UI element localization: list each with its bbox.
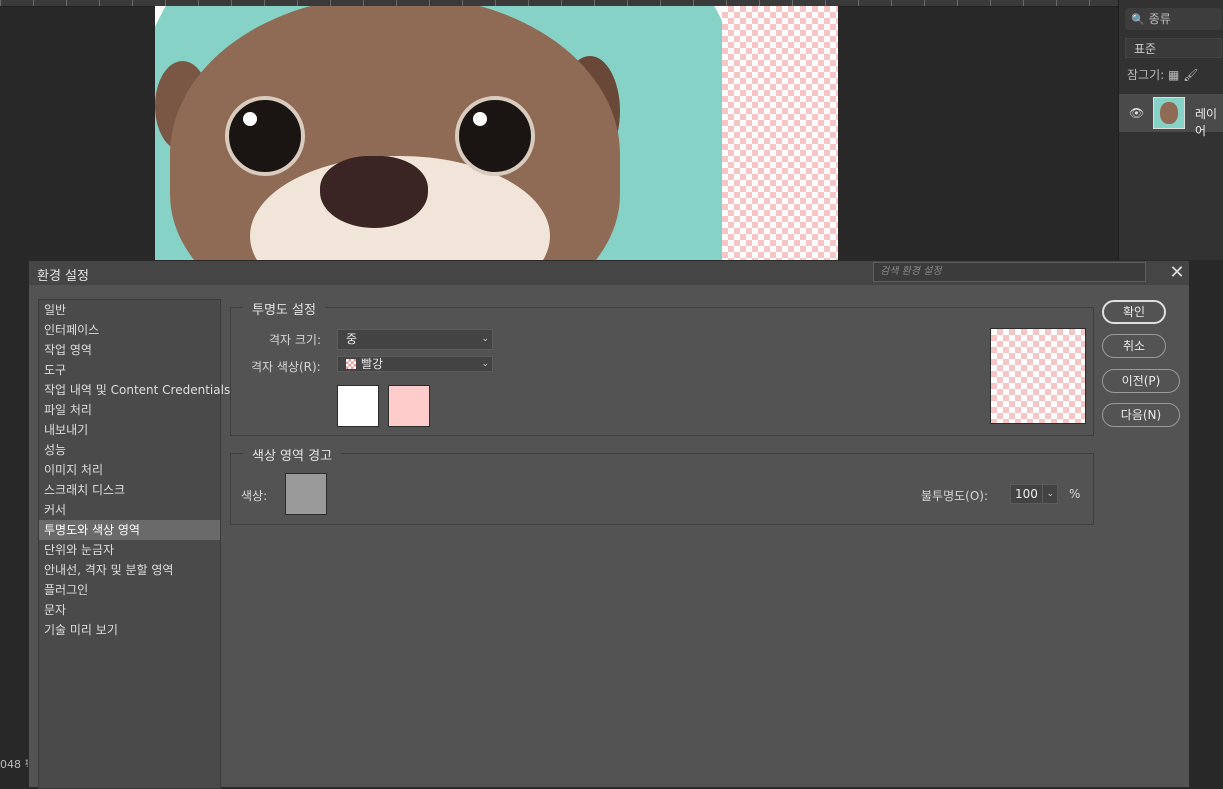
checker-swatch-icon: [346, 359, 356, 369]
grid-size-label: 격자 크기:: [269, 333, 322, 347]
otter-nose: [320, 156, 428, 228]
opacity-unit: %: [1069, 487, 1081, 501]
cancel-button[interactable]: 취소: [1102, 334, 1166, 358]
transparency-settings-legend: 투명도 설정: [243, 299, 325, 318]
dialog-title: 환경 설정: [37, 269, 89, 284]
gamut-warning-legend: 색상 영역 경고: [243, 445, 342, 464]
close-icon[interactable]: ✕: [1167, 262, 1187, 284]
preferences-nav: 일반 인터페이스 작업 영역 도구 작업 내역 및 Content Credential…: [38, 299, 230, 789]
eye-icon[interactable]: 👁: [1129, 106, 1144, 120]
nav-item[interactable]: 플러그인: [39, 580, 220, 600]
opacity-value: 100: [1015, 487, 1038, 501]
otter-right-eye: [455, 96, 535, 176]
layers-panel: 🔍 종류 표준 잠그기: ▦ 🖌 👁 레이어: [1118, 0, 1223, 260]
preferences-dialog: 환경 설정 검색 환경 설정 ✕ 일반 인터페이스 작업 영역 도구 작업 내역 및 C…: [28, 260, 1190, 789]
otter-left-eye: [225, 96, 305, 176]
nav-item[interactable]: 성능: [39, 440, 220, 460]
blend-mode-select[interactable]: 표준: [1125, 38, 1222, 58]
next-button[interactable]: 다음(N): [1102, 403, 1180, 427]
nav-item[interactable]: 내보내기: [39, 420, 220, 440]
transparency-settings-group: 투명도 설정 격자 크기: 중 ⌄ 격자 색상(R): 빨강 ⌄: [230, 299, 1094, 436]
prev-button[interactable]: 이전(P): [1102, 369, 1180, 393]
chevron-down-icon[interactable]: ⌄: [1042, 485, 1054, 503]
gamut-warning-group: 색상 영역 경고 색상: 불투명도(O): 100 ⌄ %: [230, 445, 1094, 525]
grid-color-swatch-dark[interactable]: [388, 385, 430, 427]
nav-item[interactable]: 인터페이스: [39, 320, 220, 340]
grid-size-value: 중: [346, 332, 358, 346]
gamut-color-swatch[interactable]: [285, 473, 327, 515]
layer-thumbnail: [1153, 97, 1185, 129]
search-icon: 🔍: [1131, 13, 1145, 26]
layer-name: 레이어: [1195, 107, 1218, 138]
nav-item[interactable]: 파일 처리: [39, 400, 220, 420]
nav-item[interactable]: 스크래치 디스크: [39, 480, 220, 500]
nav-item[interactable]: 문자: [39, 600, 220, 620]
opacity-input[interactable]: 100 ⌄: [1010, 484, 1058, 504]
grid-color-value: 빨강: [361, 357, 384, 371]
nav-item[interactable]: 도구: [39, 360, 220, 380]
grid-color-swatch-light[interactable]: [337, 385, 379, 427]
ok-button[interactable]: 확인: [1102, 300, 1166, 324]
preferences-search-input[interactable]: 검색 환경 설정: [873, 262, 1146, 282]
dialog-titlebar: 환경 설정 검색 환경 설정 ✕: [29, 261, 1189, 285]
lock-row: 잠그기: ▦ 🖌: [1127, 66, 1198, 83]
nav-item[interactable]: 작업 내역 및 Content Credentials: [39, 380, 230, 400]
lock-transparent-icon[interactable]: ▦: [1168, 68, 1179, 82]
nav-item[interactable]: 투명도와 색상 영역: [39, 520, 220, 540]
opacity-label: 불투명도(O):: [921, 489, 989, 503]
layer-row[interactable]: 👁 레이어: [1119, 94, 1223, 138]
chevron-down-icon: ⌄: [481, 359, 489, 369]
nav-item[interactable]: 일반: [39, 300, 220, 320]
lock-brush-icon[interactable]: 🖌: [1183, 68, 1198, 82]
layer-filter-label: 종류: [1148, 12, 1171, 26]
nav-item[interactable]: 작업 영역: [39, 340, 220, 360]
nav-item[interactable]: 기술 미리 보기: [39, 620, 220, 640]
nav-item[interactable]: 단위와 눈금자: [39, 540, 220, 560]
nav-item[interactable]: 커서: [39, 500, 220, 520]
lock-label: 잠그기:: [1127, 68, 1165, 82]
transparent-area: [722, 6, 838, 260]
chevron-down-icon: ⌄: [481, 334, 489, 344]
layer-filter[interactable]: 🔍 종류: [1125, 8, 1222, 30]
grid-color-label: 격자 색상(R):: [251, 360, 321, 374]
transparency-preview: [990, 328, 1086, 424]
gamut-color-label: 색상:: [241, 489, 268, 503]
nav-item[interactable]: 이미지 처리: [39, 460, 220, 480]
grid-size-select[interactable]: 중 ⌄: [337, 329, 493, 350]
nav-item[interactable]: 안내선, 격자 및 분할 영역: [39, 560, 220, 580]
grid-color-select[interactable]: 빨강 ⌄: [337, 356, 493, 372]
